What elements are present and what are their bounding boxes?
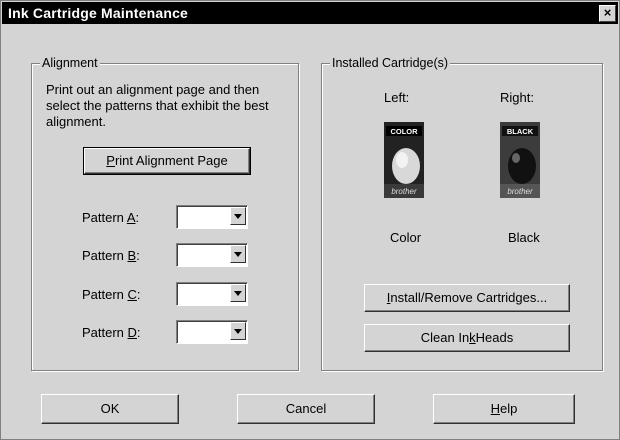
clean-ink-heads-button[interactable]: Clean Ink Heads	[364, 324, 570, 352]
black-cartridge-image: BLACK brother	[500, 122, 540, 198]
cancel-label: Cancel	[285, 401, 327, 416]
svg-text:BLACK: BLACK	[507, 127, 534, 136]
help-label: Help	[490, 401, 518, 416]
close-button[interactable]: ×	[599, 5, 616, 22]
alignment-instructions: Print out an alignment page and then sel…	[46, 82, 269, 129]
installed-cartridges-legend: Installed Cartridge(s)	[330, 56, 451, 70]
alignment-group: Alignment Print out an alignment page an…	[31, 56, 299, 371]
pattern-a-dropdown[interactable]	[176, 205, 248, 229]
ink-cartridge-maintenance-dialog: Ink Cartridge Maintenance × Alignment Pr…	[0, 0, 620, 440]
svg-text:COLOR: COLOR	[390, 127, 418, 136]
title-bar: Ink Cartridge Maintenance ×	[2, 2, 618, 24]
help-button[interactable]: Help	[433, 394, 575, 424]
left-slot-label: Left:	[384, 90, 410, 105]
pattern-d-label: Pattern D:	[82, 325, 141, 340]
pattern-a-label: Pattern A:	[82, 210, 140, 225]
print-alignment-page-button[interactable]: Print Alignment Page	[83, 147, 251, 175]
right-slot-label: Right:	[500, 90, 534, 105]
installed-cartridges-group: Installed Cartridge(s) Left: Right: COLO…	[321, 56, 603, 371]
svg-text:brother: brother	[391, 187, 417, 196]
alignment-legend: Alignment	[40, 56, 100, 70]
pattern-b-label: Pattern B:	[82, 248, 140, 263]
color-cartridge-image: COLOR brother	[384, 122, 424, 198]
cancel-button[interactable]: Cancel	[237, 394, 375, 424]
pattern-d-dropdown[interactable]	[176, 320, 248, 344]
chevron-down-icon[interactable]	[230, 322, 246, 340]
chevron-down-icon[interactable]	[230, 207, 246, 225]
color-cartridge-caption: Color	[390, 230, 422, 245]
pattern-b-dropdown[interactable]	[176, 243, 248, 267]
pattern-c-label: Pattern C:	[82, 287, 141, 302]
clean-ink-heads-label: Clean Ink Heads	[420, 330, 514, 345]
chevron-down-icon[interactable]	[230, 284, 246, 302]
chevron-down-icon[interactable]	[230, 245, 246, 263]
svg-text:brother: brother	[507, 187, 533, 196]
ok-label: OK	[100, 401, 120, 416]
print-alignment-page-label: Print Alignment Page	[106, 153, 228, 168]
install-remove-cartridges-label: Install/Remove Cartridges...	[386, 290, 548, 305]
close-icon: ×	[603, 5, 612, 20]
window-title: Ink Cartridge Maintenance	[8, 5, 189, 21]
ok-button[interactable]: OK	[41, 394, 179, 424]
black-cartridge-caption: Black	[508, 230, 540, 245]
pattern-c-dropdown[interactable]	[176, 282, 248, 306]
install-remove-cartridges-button[interactable]: Install/Remove Cartridges...	[364, 284, 570, 312]
